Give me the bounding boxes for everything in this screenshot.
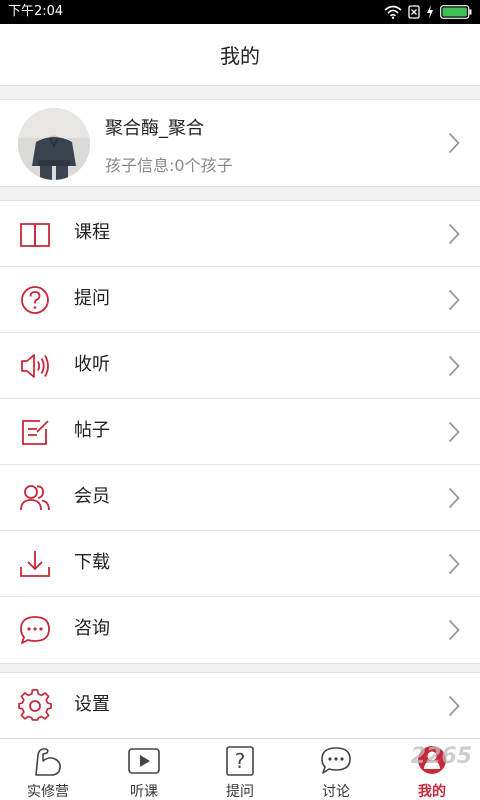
menu-item-courses[interactable]: 课程 bbox=[0, 201, 480, 267]
status-icons bbox=[384, 3, 472, 21]
menu-item-consult[interactable]: 咨询 bbox=[0, 597, 480, 663]
menu-item-settings[interactable]: 设置 bbox=[0, 673, 480, 739]
menu-label: 帖子 bbox=[74, 420, 110, 441]
menu-label: 设置 bbox=[74, 694, 110, 715]
members-icon bbox=[20, 485, 50, 511]
chevron-right-icon bbox=[448, 223, 460, 245]
chevron-right-icon bbox=[448, 289, 460, 311]
avatar[interactable] bbox=[18, 108, 90, 180]
menu-label: 提问 bbox=[74, 288, 110, 309]
menu-list: 课程 提问 收听 帖子 会员 下载 咨询 bbox=[0, 200, 480, 664]
menu-item-posts[interactable]: 帖子 bbox=[0, 399, 480, 465]
settings-section: 设置 bbox=[0, 672, 480, 740]
menu-label: 会员 bbox=[74, 486, 110, 507]
chevron-right-icon bbox=[448, 132, 460, 154]
menu-item-download[interactable]: 下载 bbox=[0, 531, 480, 597]
menu-item-questions[interactable]: 提问 bbox=[0, 267, 480, 333]
speaker-icon bbox=[21, 354, 49, 378]
menu-item-members[interactable]: 会员 bbox=[0, 465, 480, 531]
battery-icon bbox=[440, 5, 472, 19]
edit-note-icon bbox=[22, 420, 49, 445]
status-time: 下午2:04 bbox=[8, 4, 64, 19]
bottom-tab-bar: 实修营 听课 ? 提问 讨论 我的 bbox=[0, 738, 480, 800]
menu-item-listen[interactable]: 收听 bbox=[0, 333, 480, 399]
chat-bubble-icon bbox=[20, 616, 50, 644]
wifi-icon bbox=[384, 5, 402, 19]
tab-mine[interactable]: 我的 bbox=[384, 739, 480, 800]
question-box-icon: ? bbox=[226, 746, 254, 776]
charging-icon bbox=[427, 5, 433, 19]
chat-icon bbox=[321, 747, 351, 774]
tab-questions[interactable]: ? 提问 bbox=[192, 739, 288, 800]
tab-practice-camp[interactable]: 实修营 bbox=[0, 739, 96, 800]
arm-icon bbox=[35, 748, 61, 776]
svg-text:?: ? bbox=[235, 749, 246, 773]
profile-children-info: 孩子信息:0个孩子 bbox=[105, 156, 233, 175]
gear-icon bbox=[18, 689, 52, 721]
no-sim-icon bbox=[408, 5, 420, 19]
page-title: 我的 bbox=[220, 44, 260, 68]
menu-label: 咨询 bbox=[74, 618, 110, 639]
tab-label: 我的 bbox=[418, 784, 446, 800]
tab-label: 提问 bbox=[226, 784, 254, 800]
play-icon bbox=[128, 748, 160, 774]
tab-lectures[interactable]: 听课 bbox=[96, 739, 192, 800]
chevron-right-icon bbox=[448, 695, 460, 717]
status-bar: 下午2:04 bbox=[0, 0, 480, 24]
tab-label: 实修营 bbox=[27, 784, 69, 800]
menu-label: 下载 bbox=[74, 552, 110, 573]
chevron-right-icon bbox=[448, 553, 460, 575]
chevron-right-icon bbox=[448, 487, 460, 509]
chevron-right-icon bbox=[448, 421, 460, 443]
title-bar: 我的 bbox=[0, 24, 480, 86]
question-circle-icon bbox=[21, 286, 49, 314]
tab-label: 讨论 bbox=[322, 784, 350, 800]
tab-discussion[interactable]: 讨论 bbox=[288, 739, 384, 800]
menu-label: 收听 bbox=[74, 354, 110, 375]
book-icon bbox=[20, 223, 50, 248]
menu-label: 课程 bbox=[74, 222, 110, 243]
tab-label: 听课 bbox=[130, 784, 158, 800]
profile-card[interactable]: 聚合酶_聚合 孩子信息:0个孩子 bbox=[0, 99, 480, 187]
profile-icon bbox=[418, 746, 446, 774]
chevron-right-icon bbox=[448, 355, 460, 377]
profile-name: 聚合酶_聚合 bbox=[105, 118, 204, 139]
download-icon bbox=[20, 551, 50, 577]
chevron-right-icon bbox=[448, 619, 460, 641]
